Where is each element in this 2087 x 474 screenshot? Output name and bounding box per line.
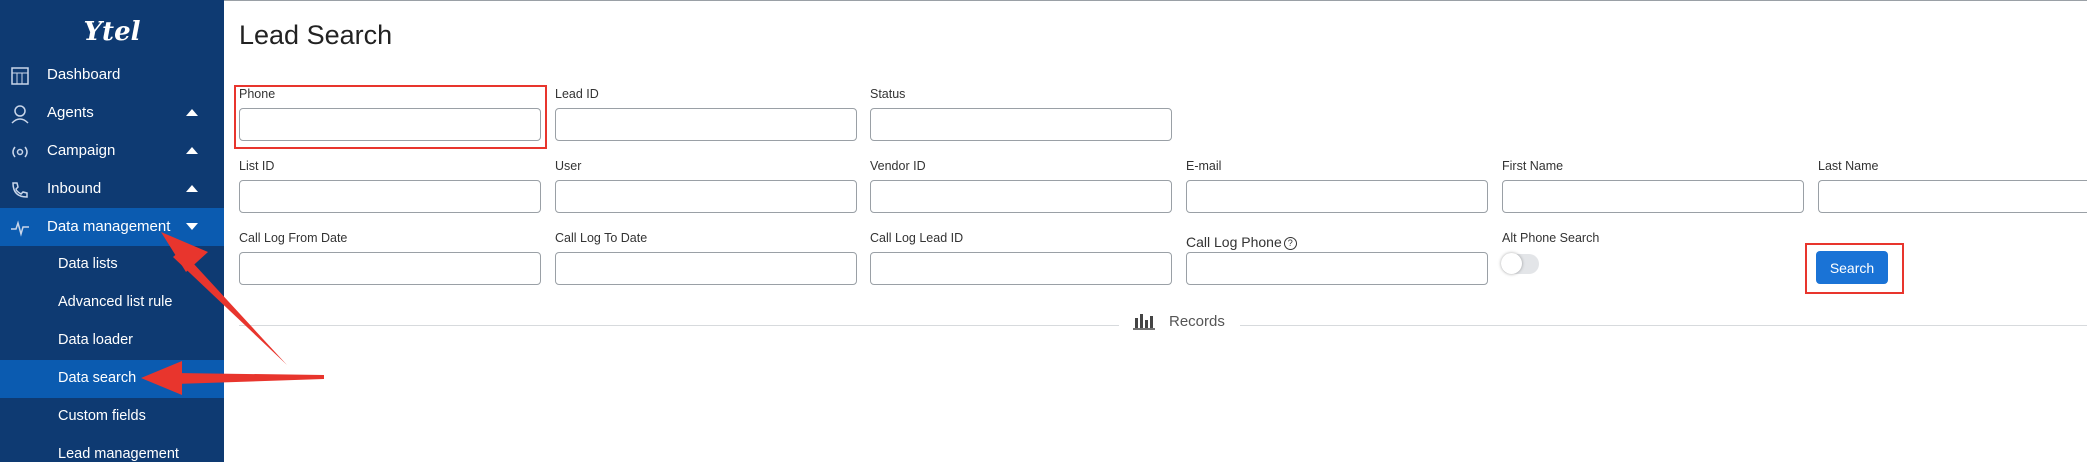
sidebar-subitem-custom-fields[interactable]: Custom fields <box>0 398 224 436</box>
search-button-highlight <box>1805 243 1904 294</box>
chevron-down-icon[interactable] <box>186 223 198 230</box>
call-log-phone-input[interactable] <box>1186 252 1488 285</box>
user-input[interactable] <box>555 180 857 213</box>
list-id-input[interactable] <box>239 180 541 213</box>
email-input[interactable] <box>1186 180 1488 213</box>
call-log-lead-id-label: Call Log Lead ID <box>870 231 964 245</box>
chevron-up-icon[interactable] <box>186 147 198 154</box>
sidebar-item-label: Data management <box>47 218 171 235</box>
top-border <box>224 0 2087 1</box>
sidebar-item-inbound[interactable]: Inbound <box>0 170 224 208</box>
sidebar-item-label: Lead management <box>58 446 179 462</box>
dashboard-icon <box>11 67 29 85</box>
lead-id-input[interactable] <box>555 108 857 141</box>
first-name-input[interactable] <box>1502 180 1804 213</box>
bar-chart-icon <box>1133 314 1155 330</box>
lead-id-label: Lead ID <box>555 87 599 101</box>
last-name-input[interactable] <box>1818 180 2087 213</box>
call-log-from-date-label: Call Log From Date <box>239 231 348 245</box>
alt-phone-search-label: Alt Phone Search <box>1502 231 1600 245</box>
svg-text:Ytel: Ytel <box>84 17 140 47</box>
call-log-to-date-label: Call Log To Date <box>555 231 648 245</box>
sidebar-item-label: Agents <box>47 104 94 121</box>
sidebar-item-dashboard[interactable]: Dashboard <box>0 56 224 94</box>
list-id-label: List ID <box>239 159 275 173</box>
sidebar-item-label: Campaign <box>47 142 116 159</box>
ytel-logo[interactable]: Ytel <box>84 10 140 50</box>
sidebar-item-data-management[interactable]: Data management <box>0 208 224 246</box>
call-log-from-date-input[interactable] <box>239 252 541 285</box>
broadcast-icon <box>12 146 28 158</box>
status-select[interactable] <box>870 108 1172 141</box>
pulse-icon <box>11 220 29 237</box>
sidebar-subitem-data-search[interactable]: Data search <box>0 360 224 398</box>
call-log-lead-id-input[interactable] <box>870 252 1172 285</box>
records-label: Records <box>1169 313 1225 330</box>
chevron-up-icon[interactable] <box>186 109 198 116</box>
sidebar-subitem-lead-management[interactable]: Lead management <box>0 436 224 474</box>
sidebar-item-label: Advanced list rule <box>58 294 173 310</box>
page-title: Lead Search <box>239 20 393 50</box>
phone-icon <box>12 182 28 198</box>
sidebar-subitem-data-lists[interactable]: Data lists <box>0 246 224 284</box>
records-divider-left <box>239 325 1119 326</box>
sidebar-subitem-advanced-list-rule[interactable]: Advanced list rule <box>0 284 224 322</box>
call-log-to-date-input[interactable] <box>555 252 857 285</box>
records-divider-right <box>1240 325 2087 326</box>
email-label: E-mail <box>1186 159 1222 173</box>
user-label: User <box>555 159 582 173</box>
sidebar: Ytel Dashboard Agents Campaign Inbound D… <box>0 0 224 462</box>
sidebar-subitem-data-loader[interactable]: Data loader <box>0 322 224 360</box>
vendor-id-input[interactable] <box>870 180 1172 213</box>
help-icon[interactable]: ? <box>1283 236 1297 250</box>
sidebar-item-label: Data loader <box>58 332 133 348</box>
sidebar-item-label: Data lists <box>58 256 118 272</box>
status-label: Status <box>870 87 906 101</box>
first-name-label: First Name <box>1502 159 1564 173</box>
last-name-label: Last Name <box>1818 159 1879 173</box>
vendor-id-label: Vendor ID <box>870 159 926 173</box>
agent-icon <box>11 105 29 124</box>
phone-field-highlight <box>234 85 547 149</box>
sidebar-item-campaign[interactable]: Campaign <box>0 132 224 170</box>
toggle-knob[interactable] <box>1501 253 1522 274</box>
sidebar-item-label: Data search <box>58 370 137 386</box>
sidebar-item-label: Dashboard <box>47 66 121 83</box>
chevron-up-icon[interactable] <box>186 185 198 192</box>
sidebar-item-label: Custom fields <box>58 408 146 424</box>
sidebar-item-label: Inbound <box>47 180 102 197</box>
sidebar-item-agents[interactable]: Agents <box>0 94 224 132</box>
call-log-phone-label: Call Log Phone? <box>1186 234 1297 250</box>
call-log-phone-label-text: Call Log Phone <box>1186 234 1282 250</box>
